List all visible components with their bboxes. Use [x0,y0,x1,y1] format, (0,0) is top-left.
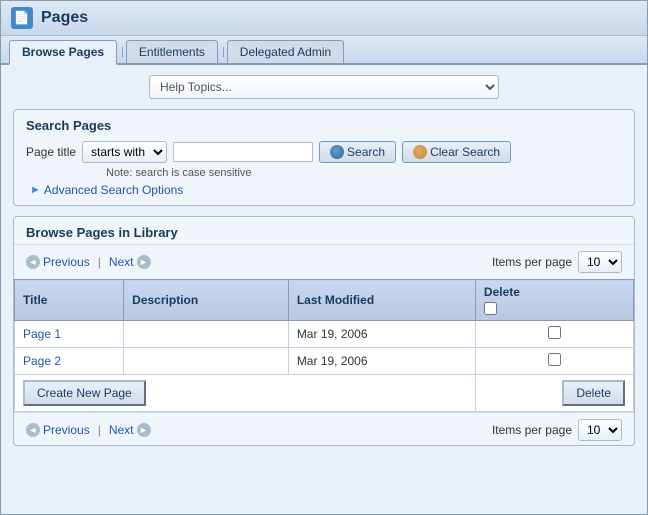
help-bar: Help Topics... [13,75,635,99]
search-section: Search Pages Page title starts with cont… [13,109,635,206]
search-icon [330,145,344,159]
prev-arrow-icon-bottom: ◄ [26,423,40,437]
advanced-search-link[interactable]: ► Advanced Search Options [30,183,622,197]
next-button-bottom[interactable]: Next ► [109,423,151,437]
nav-sep: | [98,255,101,269]
search-input[interactable] [173,142,313,162]
col-title: Title [15,280,124,321]
page-2-title[interactable]: Page 2 [15,348,124,375]
title-bar: 📄 Pages [1,1,647,36]
page-2-modified: Mar 19, 2006 [288,348,475,375]
next-button-top[interactable]: Next ► [109,255,151,269]
next-arrow-icon-bottom: ► [137,423,151,437]
page-1-title[interactable]: Page 1 [15,321,124,348]
tab-entitlements[interactable]: Entitlements [126,40,218,63]
clear-icon [413,145,427,159]
table-action-row: Create New Page Delete [15,375,634,412]
items-per-page-bottom: Items per page 5 10 15 20 [492,419,622,441]
items-per-page-top: Items per page 5 10 15 20 [492,251,622,273]
create-new-page-button[interactable]: Create New Page [23,380,146,406]
tab-sep-2: | [222,46,225,58]
items-per-page-select-top[interactable]: 5 10 15 20 [578,251,622,273]
pages-table: Title Description Last Modified Delete [14,279,634,412]
table-header: Title Description Last Modified Delete [15,280,634,321]
col-delete: Delete [475,280,633,321]
table-row: Page 1 Mar 19, 2006 [15,321,634,348]
search-filter-select[interactable]: starts with contains equals [82,141,167,163]
next-arrow-icon: ► [137,255,151,269]
browse-section: Browse Pages in Library ◄ Previous | Nex… [13,216,635,446]
content-area: Help Topics... Search Pages Page title s… [1,65,647,514]
page-1-description [124,321,289,348]
browse-section-title: Browse Pages in Library [14,217,634,245]
col-description: Description [124,280,289,321]
tab-browse-pages[interactable]: Browse Pages [9,40,117,65]
page-2-description [124,348,289,375]
window-icon: 📄 [11,7,33,29]
nav-left-bottom: ◄ Previous | Next ► [26,423,151,437]
nav-sep-bottom: | [98,423,101,437]
arrow-icon: ► [30,184,41,196]
delete-button[interactable]: Delete [562,380,625,406]
search-section-title: Search Pages [26,118,622,133]
previous-button-bottom[interactable]: ◄ Previous [26,423,90,437]
table-row: Page 2 Mar 19, 2006 [15,348,634,375]
tab-bar: Browse Pages | Entitlements | Delegated … [1,36,647,65]
browse-bottom-nav: ◄ Previous | Next ► Items per page 5 10 … [14,412,634,445]
browse-top-nav: ◄ Previous | Next ► Items per page 5 10 … [14,245,634,279]
search-row: Page title starts with contains equals S… [26,141,622,163]
tab-sep-1: | [121,46,124,58]
search-note: Note: search is case sensitive [106,167,622,179]
delete-all-checkbox[interactable] [484,302,497,315]
previous-button-top[interactable]: ◄ Previous [26,255,90,269]
main-window: 📄 Pages Browse Pages | Entitlements | De… [0,0,648,515]
table-body: Page 1 Mar 19, 2006 Page 2 Mar 19, 2006 [15,321,634,412]
col-last-modified: Last Modified [288,280,475,321]
page-1-delete-cell [475,321,633,348]
window-title: Pages [41,9,88,27]
help-topics-select[interactable]: Help Topics... [149,75,499,99]
items-per-page-select-bottom[interactable]: 5 10 15 20 [578,419,622,441]
page-1-delete-checkbox[interactable] [548,326,561,339]
nav-left: ◄ Previous | Next ► [26,255,151,269]
page-2-delete-checkbox[interactable] [548,353,561,366]
clear-search-button[interactable]: Clear Search [402,141,511,163]
page-1-modified: Mar 19, 2006 [288,321,475,348]
prev-arrow-icon: ◄ [26,255,40,269]
tab-delegated-admin[interactable]: Delegated Admin [227,40,344,63]
search-label: Page title [26,145,76,159]
search-button[interactable]: Search [319,141,396,163]
page-2-delete-cell [475,348,633,375]
